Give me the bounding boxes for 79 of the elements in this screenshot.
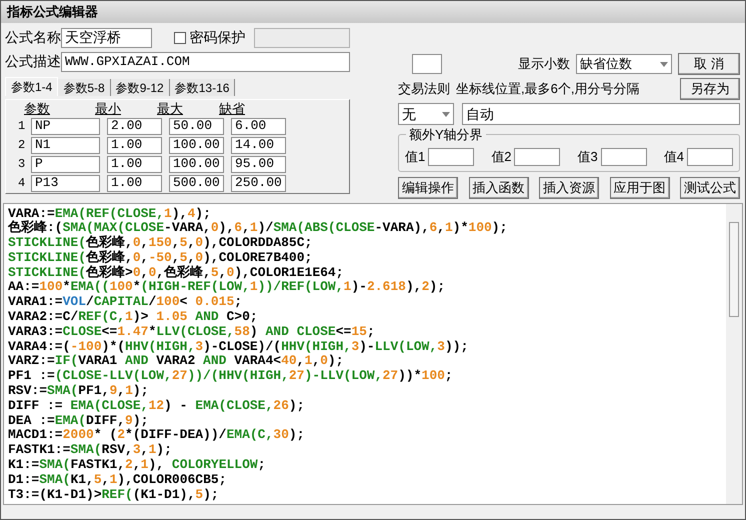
param-max-field[interactable]: 100.00 (169, 136, 224, 154)
value-field[interactable] (514, 148, 560, 166)
row-number: 3 (18, 156, 24, 173)
param-name-field[interactable]: P13 (31, 174, 100, 192)
param-name-field[interactable]: P (31, 156, 100, 172)
code-line: VARA2:=C/REF(C,1)> 1.05 AND C>0; (8, 310, 258, 325)
param-tab[interactable]: 参数13-16 (170, 79, 236, 96)
axis-lines-field[interactable]: 自动 (462, 103, 740, 125)
param-min-field[interactable]: 1.00 (107, 174, 162, 192)
value-field[interactable] (428, 148, 474, 166)
field-label: 值4 (664, 148, 684, 166)
param-min-field[interactable]: 1.00 (107, 156, 162, 172)
param-name-field[interactable]: NP (31, 118, 100, 134)
column-header: 缺省 (219, 101, 246, 116)
code-line: K1:=SMA(FASTK1,2,1), COLORYELLOW; (8, 458, 266, 473)
code-line: STICKLINE(色彩峰,0,150,5,0),COLORDDA85C; (8, 236, 312, 250)
field-label: 值2 (491, 148, 512, 166)
param-default-field[interactable]: 250.00 (231, 174, 286, 192)
param-min-field[interactable]: 1.00 (107, 136, 162, 154)
scrollbar-thumb[interactable] (729, 222, 739, 316)
row-number: 2 (18, 137, 24, 154)
action-button[interactable]: 测试公式 (680, 176, 740, 198)
code-line: VARA3:=CLOSE<=1.47*LLV(CLOSE,58) AND CLOSE<=15; (8, 324, 375, 340)
code-line: VARA:=EMA(REF(CLOSE,1),4); (8, 206, 211, 220)
field-label: 坐标线位置,最多6个,用分号分隔 (456, 80, 640, 98)
dropdown-caret-icon (660, 62, 668, 66)
action-button[interactable]: 编辑操作 (398, 176, 458, 198)
param-tab[interactable]: 参数1-4 (5, 77, 58, 96)
code-line: D1:=SMA(K1,5,1),COLOR006CB5; (8, 472, 226, 488)
param-default-field[interactable]: 95.00 (231, 156, 286, 172)
scrollbar[interactable] (726, 204, 742, 504)
code-line: FASTK1:=SMA(RSV,3,1); (8, 443, 172, 458)
code-line: VARA4:=(-100)*(HHV(HIGH,3)-CLOSE)/(HHV(HIGH,3)-LLV(LOW,3)); (8, 340, 468, 354)
param-default-field[interactable]: 14.00 (231, 136, 286, 154)
field-label: 值1 (405, 148, 426, 166)
code-line: PF1 :=(CLOSE-LLV(LOW,27))/(HHV(HIGH,27)-LLV(LOW,27))*100; (8, 369, 453, 384)
code-line: T3:=(K1-D1)>REF((K1-D1),5); (8, 488, 219, 502)
param-default-field[interactable]: 6.00 (231, 118, 286, 134)
code-line: AA:=100*EMA((100*(HIGH-REF(LOW,1))/REF(LOW,1)-2.618),2); (8, 280, 445, 296)
code-line: DIFF := EMA(CLOSE,12) - EMA(CLOSE,26); (8, 398, 304, 414)
code-line: VARZ:=IF(VARA1 AND VARA2 AND VARA4<40,1,0); (8, 354, 344, 370)
checkbox-label: 密码保护 (190, 28, 246, 47)
action-button[interactable]: 插入资源 (539, 176, 599, 198)
field-label: 交易法则 (398, 80, 450, 98)
password-checkbox[interactable] (174, 32, 186, 44)
param-max-field[interactable]: 50.00 (169, 118, 224, 134)
digits-dropdown[interactable]: 缺省位数 (576, 54, 672, 74)
code-line: DEA :=EMA(DIFF,9); (8, 414, 148, 428)
code-line: 色彩峰:(SMA(MAX(CLOSE-VARA,0),6,1)/SMA(ABS(CLOSE-VARA),6,1)*100); (8, 221, 508, 236)
column-header: 参数 (23, 101, 51, 116)
param-min-field[interactable]: 2.00 (107, 118, 162, 134)
param-max-field[interactable]: 500.00 (169, 174, 224, 192)
column-header: 最大 (157, 101, 184, 116)
description-field[interactable]: WWW.GPXIAZAI.COM (61, 52, 350, 72)
row-number: 4 (18, 175, 24, 192)
trade-rule-dropdown[interactable]: 无 (398, 103, 454, 125)
dropdown-caret-icon (442, 112, 450, 116)
name-field[interactable]: 天空浮桥 (61, 28, 152, 48)
code-line: STICKLINE(色彩峰,0,-50,5,0),COLORE7B400; (8, 250, 312, 265)
action-button[interactable]: 另存为 (680, 78, 740, 100)
param-tab[interactable]: 参数5-8 (58, 79, 111, 96)
code-line: MACD1:=2000* (2*(DIFF-DEA))/EMA(C,30); (8, 428, 304, 444)
field-label: 值3 (578, 148, 598, 166)
action-button[interactable]: 取 消 (678, 53, 740, 75)
code-line: STICKLINE(色彩峰>0,0,色彩峰,5,0),COLOR1E1E64; (8, 266, 344, 280)
action-button[interactable]: 插入函数 (468, 176, 528, 198)
value-field[interactable] (600, 148, 647, 166)
column-header: 最小 (95, 101, 122, 116)
value-field[interactable] (686, 148, 733, 166)
action-button[interactable]: 应用于图 (610, 176, 670, 198)
blank-field[interactable] (412, 54, 442, 74)
row-number: 1 (18, 118, 24, 135)
code-line: RSV:=SMA(PF1,9,1); (8, 384, 148, 399)
param-tab[interactable]: 参数9-12 (110, 79, 170, 96)
param-name-field[interactable]: N1 (31, 136, 100, 154)
param-max-field[interactable]: 100.00 (169, 156, 224, 172)
field-label: 显示小数 (518, 55, 570, 74)
code-line: VARA1:=VOL/CAPITAL/100< 0.015; (8, 295, 242, 310)
window-title: 指标公式编辑器 (1, 1, 745, 23)
